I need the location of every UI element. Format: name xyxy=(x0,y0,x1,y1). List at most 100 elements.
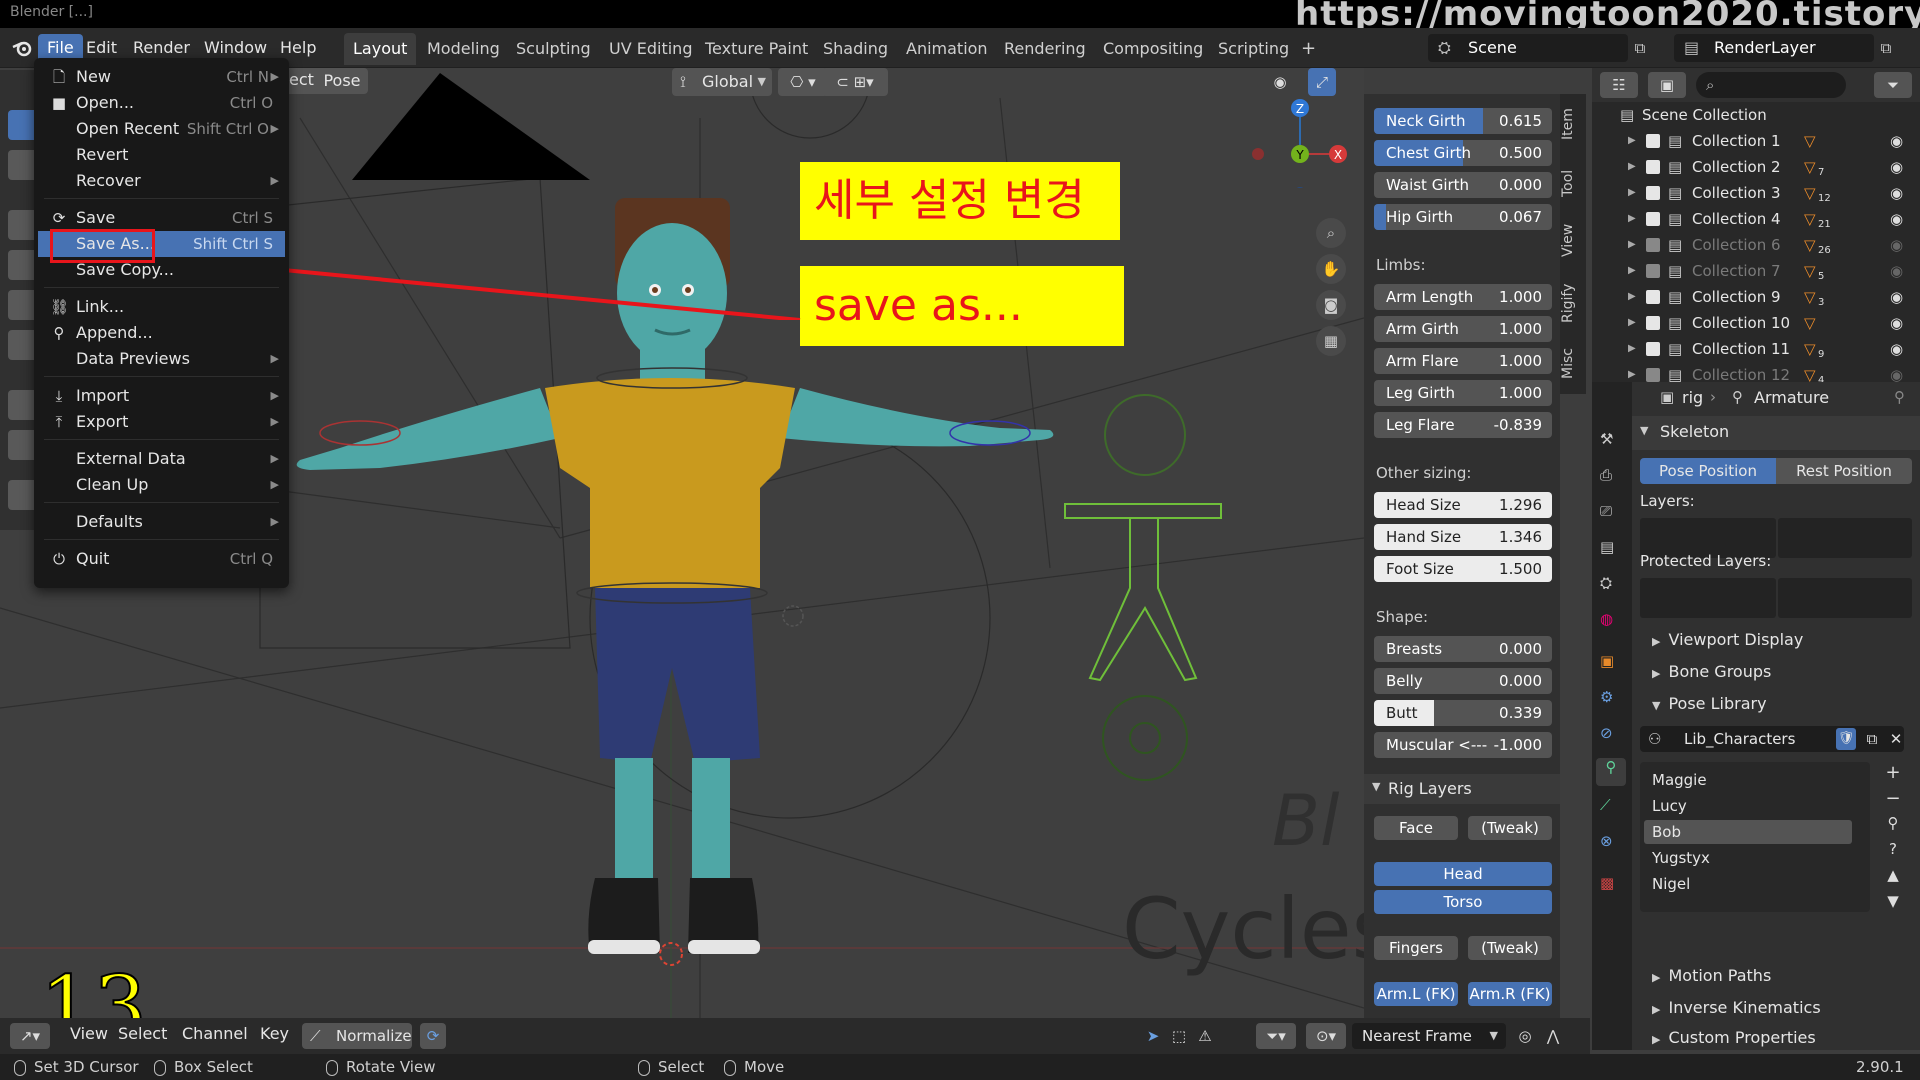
skeleton-panel-header[interactable]: ▼ Skeleton xyxy=(1632,416,1920,450)
section-inverse-kinematics[interactable]: ▶ Inverse Kinematics xyxy=(1652,998,1821,1017)
menu-item-revert[interactable]: Revert xyxy=(38,142,285,168)
pose-list-item[interactable]: Nigel xyxy=(1644,872,1852,896)
tab-rendering[interactable]: Rendering xyxy=(995,33,1095,65)
tab-modeling[interactable]: Modeling xyxy=(418,33,509,65)
rig-layer-torso[interactable]: Torso xyxy=(1374,890,1552,914)
slider-head-size[interactable]: Head Size 1.296 xyxy=(1374,492,1552,518)
expand-arrow-icon[interactable]: ▶ xyxy=(1628,310,1636,336)
timeline-menu-select[interactable]: Select xyxy=(118,1024,167,1043)
outliner-collection-row[interactable]: ▶ ▤ Collection 7 ▽ 5 ◉ xyxy=(1592,258,1920,284)
only-selected-icon[interactable]: ➤ xyxy=(1140,1023,1166,1049)
view-layer-tab-icon[interactable]: ▤ xyxy=(1600,538,1614,556)
only-errors-icon[interactable]: ⚠ xyxy=(1192,1023,1218,1049)
pose-list-item[interactable]: Maggie xyxy=(1644,768,1852,792)
move-up-icon[interactable]: ▲ xyxy=(1880,866,1906,888)
fake-user-icon[interactable]: 🛡 xyxy=(1836,728,1856,750)
exclude-checkbox[interactable] xyxy=(1646,342,1660,356)
new-view-layer-icon[interactable]: ⧉ xyxy=(1876,38,1896,58)
bone-layers-grid-right[interactable] xyxy=(1778,518,1912,558)
slider-butt[interactable]: Butt 0.339 xyxy=(1374,700,1552,726)
pose-list-item[interactable]: Yugstyx xyxy=(1644,846,1852,870)
camera-icon[interactable]: ◙ xyxy=(1316,290,1346,320)
section-viewport-display[interactable]: ▶ Viewport Display xyxy=(1652,630,1803,649)
menu-item-external-data[interactable]: External Data ▶ xyxy=(38,446,285,472)
eye-icon[interactable]: ◉ xyxy=(1890,232,1903,258)
snap-button[interactable]: ⊂ ⊞▾ xyxy=(822,68,888,96)
menu-pose[interactable]: Pose xyxy=(316,68,368,94)
rig-layer-fingers[interactable]: Fingers xyxy=(1374,936,1458,960)
add-workspace-button[interactable]: + xyxy=(1292,33,1325,65)
slider-waist-girth[interactable]: Waist Girth 0.000 xyxy=(1374,172,1552,198)
exclude-checkbox[interactable] xyxy=(1646,290,1660,304)
outliner-scene-collection[interactable]: ▤ Scene Collection xyxy=(1592,102,1920,128)
exclude-checkbox[interactable] xyxy=(1646,316,1660,330)
pose-list-item[interactable]: Lucy xyxy=(1644,794,1852,818)
outliner-collection-row[interactable]: ▶ ▤ Collection 9 ▽ 3 ◉ xyxy=(1592,284,1920,310)
slider-chest-girth[interactable]: Chest Girth 0.500 xyxy=(1374,140,1552,166)
menu-item-new[interactable]: 🗋 New Ctrl N ▶ xyxy=(38,64,285,90)
menu-item-clean-up[interactable]: Clean Up ▶ xyxy=(38,472,285,498)
show-hidden-icon[interactable]: ⬚ xyxy=(1166,1023,1192,1049)
editor-type-icon[interactable]: ↗▾ xyxy=(10,1023,50,1049)
slider-foot-size[interactable]: Foot Size 1.500 xyxy=(1374,556,1552,582)
rig-layer-head[interactable]: Head xyxy=(1374,862,1552,886)
expand-arrow-icon[interactable]: ▶ xyxy=(1628,336,1636,362)
expand-arrow-icon[interactable]: ▶ xyxy=(1628,128,1636,154)
output-tab-icon[interactable]: ⎚ xyxy=(1600,502,1612,520)
tab-texture-paint[interactable]: Texture Paint xyxy=(696,33,817,65)
outliner-collection-row[interactable]: ▶ ▤ Collection 11 ▽ 9 ◉ xyxy=(1592,336,1920,362)
refresh-icon[interactable]: ⟳ xyxy=(420,1023,446,1049)
outliner-collection-row[interactable]: ▶ ▤ Collection 4 ▽ 21 ◉ xyxy=(1592,206,1920,232)
slider-arm-length[interactable]: Arm Length 1.000 xyxy=(1374,284,1552,310)
section-bone-groups[interactable]: ▶ Bone Groups xyxy=(1652,662,1771,681)
eye-icon[interactable]: ◉ xyxy=(1890,180,1903,206)
menu-item-open[interactable]: ■ Open... Ctrl O xyxy=(38,90,285,116)
expand-arrow-icon[interactable]: ▶ xyxy=(1628,284,1636,310)
expand-arrow-icon[interactable]: ▶ xyxy=(1628,206,1636,232)
tab-sculpting[interactable]: Sculpting xyxy=(507,33,600,65)
exclude-checkbox[interactable] xyxy=(1646,212,1660,226)
protected-layers-grid-right[interactable] xyxy=(1778,578,1912,618)
texture-tab-icon[interactable]: ▩ xyxy=(1600,874,1614,892)
modifier-tab-icon[interactable]: ⚙ xyxy=(1600,688,1613,706)
world-tab-icon[interactable]: ◍ xyxy=(1600,610,1613,628)
slider-belly[interactable]: Belly 0.000 xyxy=(1374,668,1552,694)
duplicate-icon[interactable]: ⧉ xyxy=(1862,728,1882,750)
pin-icon[interactable]: ⚲ xyxy=(1894,388,1905,406)
editor-type-icon[interactable]: ☷ xyxy=(1600,72,1638,98)
tab-tool[interactable]: Tool xyxy=(1560,156,1586,210)
bone-tab-icon[interactable]: ⟋ xyxy=(1600,796,1611,814)
armature-data-tab-icon[interactable]: ⚲ xyxy=(1596,758,1626,786)
outliner-collection-row[interactable]: ▶ ▤ Collection 3 ▽ 12 ◉ xyxy=(1592,180,1920,206)
outliner-search-input[interactable]: ⌕ xyxy=(1696,72,1846,98)
filter-icon[interactable]: ⏷▾ xyxy=(1256,1023,1296,1049)
eye-icon[interactable]: ◉ xyxy=(1890,258,1903,284)
pose-position-button[interactable]: Pose Position xyxy=(1640,458,1776,484)
move-down-icon[interactable]: ▼ xyxy=(1880,892,1906,914)
zoom-icon[interactable]: ⌕ xyxy=(1316,218,1346,248)
menu-item-recover[interactable]: Recover ▶ xyxy=(38,168,285,194)
tab-layout[interactable]: Layout xyxy=(344,33,417,65)
view-layer-selector[interactable]: ▤ RenderLayer xyxy=(1674,34,1874,62)
render-tab-icon[interactable]: ⎙ xyxy=(1600,466,1612,484)
remove-pose-icon[interactable]: − xyxy=(1880,788,1906,810)
rig-layer-arm-l-fk[interactable]: Arm.L (FK) xyxy=(1374,982,1458,1006)
tab-view[interactable]: View xyxy=(1560,212,1586,268)
slider-hand-size[interactable]: Hand Size 1.346 xyxy=(1374,524,1552,550)
blender-logo-icon[interactable] xyxy=(10,36,34,60)
pivot-point-button[interactable]: ⎔ ▾ xyxy=(778,68,828,96)
falloff-icon[interactable]: ⋀ xyxy=(1540,1023,1566,1049)
exclude-checkbox[interactable] xyxy=(1646,368,1660,382)
eye-icon[interactable]: ◉ xyxy=(1890,284,1903,310)
rest-position-button[interactable]: Rest Position xyxy=(1776,458,1912,484)
rig-layers-header[interactable]: ▼ Rig Layers xyxy=(1364,774,1560,804)
section-pose-library[interactable]: ▼ Pose Library xyxy=(1652,694,1767,713)
tab-uv-editing[interactable]: UV Editing xyxy=(600,33,701,65)
sanitize-icon[interactable]: ? xyxy=(1880,840,1906,862)
pose-list[interactable]: Maggie Lucy Bob Yugstyx Nigel xyxy=(1640,762,1870,912)
menu-item-link[interactable]: ⛓ Link... xyxy=(38,294,285,320)
exclude-checkbox[interactable] xyxy=(1646,264,1660,278)
slider-arm-girth[interactable]: Arm Girth 1.000 xyxy=(1374,316,1552,342)
exclude-checkbox[interactable] xyxy=(1646,160,1660,174)
exclude-checkbox[interactable] xyxy=(1646,186,1660,200)
